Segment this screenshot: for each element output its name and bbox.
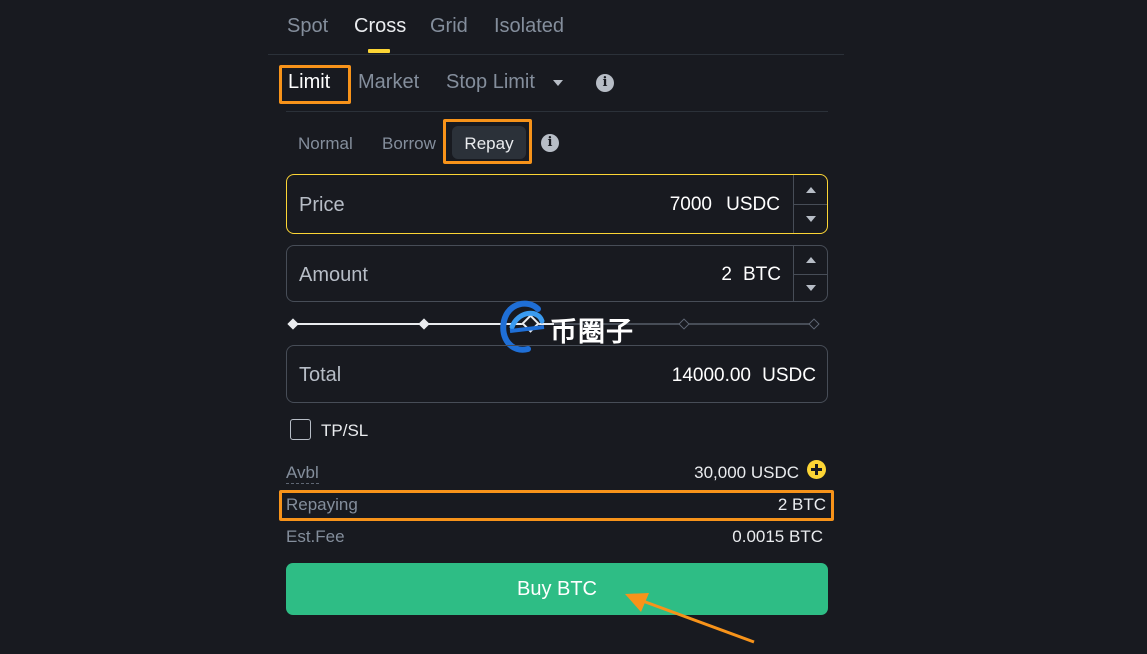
annotation-arrow-icon	[625, 593, 755, 644]
